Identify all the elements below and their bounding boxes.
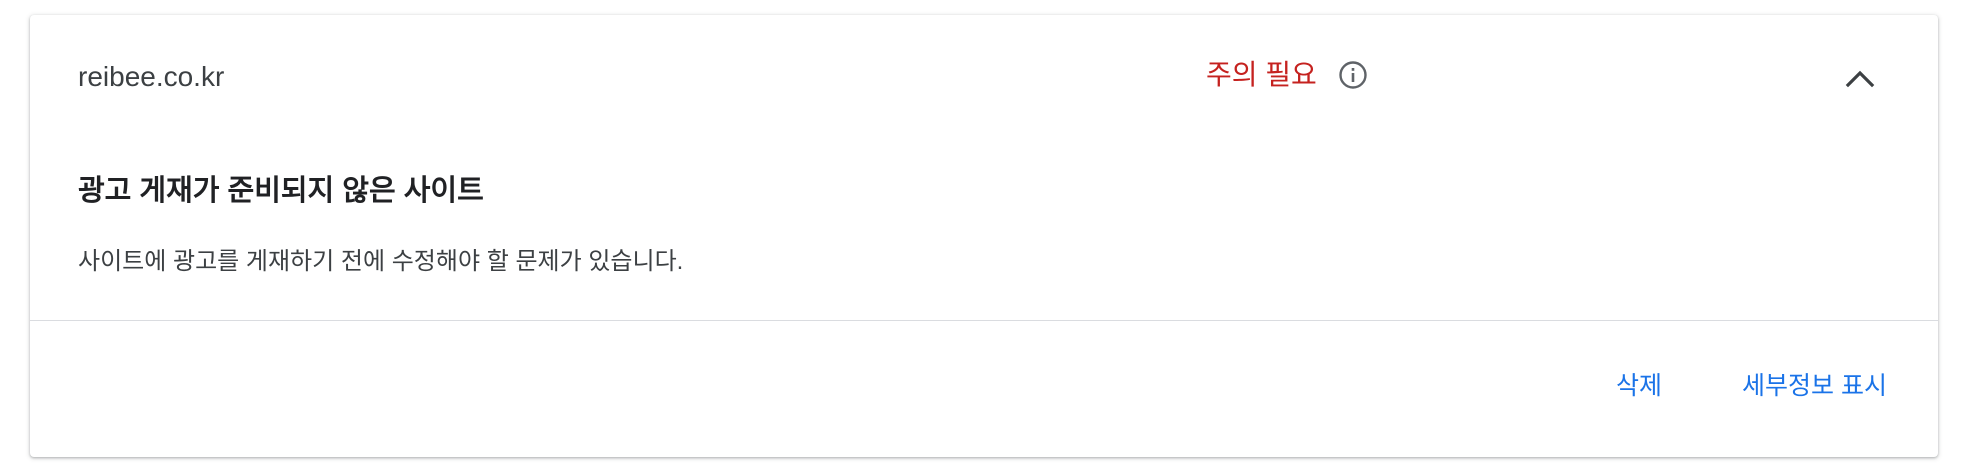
card-description: 사이트에 광고를 게재하기 전에 수정해야 할 문제가 있습니다.	[78, 248, 684, 275]
site-name: reibee.co.kr	[78, 61, 225, 92]
delete-button[interactable]: 삭제	[1616, 369, 1662, 403]
divider	[30, 320, 1938, 321]
chevron-up-icon[interactable]	[1840, 59, 1880, 99]
status-label: 주의 필요	[1206, 59, 1317, 90]
card-heading: 광고 게재가 준비되지 않은 사이트	[78, 175, 484, 207]
show-details-button[interactable]: 세부정보 표시	[1742, 369, 1887, 403]
info-icon[interactable]	[1337, 59, 1369, 91]
status-indicator: 주의 필요	[1206, 57, 1369, 93]
site-card: reibee.co.kr 주의 필요 광고 게재가 준비되지 않은 사이트 사이…	[30, 15, 1938, 457]
